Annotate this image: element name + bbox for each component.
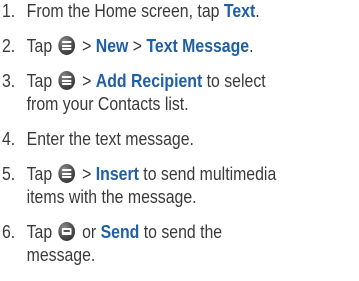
send-link: Send	[100, 222, 140, 242]
instructions-page: 1. From the Home screen, tap Text. 2. Ta…	[0, 0, 359, 281]
add-recipient-link: Add Recipient	[95, 71, 203, 91]
step-number: 4.	[2, 129, 16, 149]
step-text: Tap > Insert to send multimedia items wit…	[26, 164, 277, 207]
insert-link: Insert	[95, 164, 139, 184]
step-number: 1.	[2, 1, 16, 21]
step-number: 3.	[2, 71, 16, 91]
text-link: Text	[223, 1, 256, 21]
new-link: New	[95, 36, 129, 56]
step-number: 6.	[2, 222, 16, 242]
step-text: From the Home screen, tap Text.	[26, 1, 260, 21]
text-message-link: Text Message	[146, 36, 250, 56]
send-message-icon	[58, 222, 76, 241]
step-text: Tap > New > Text Message.	[26, 36, 254, 56]
step-number: 2.	[2, 36, 16, 56]
menu-icon	[58, 164, 76, 183]
step-text: Tap > Add Recipient to select from your C…	[26, 71, 266, 114]
menu-icon	[58, 36, 76, 55]
step-text: Tap or Send to send the message.	[26, 222, 223, 265]
menu-icon	[58, 71, 76, 90]
step-text: Enter the text message.	[26, 129, 194, 149]
step-number: 5.	[2, 164, 16, 184]
